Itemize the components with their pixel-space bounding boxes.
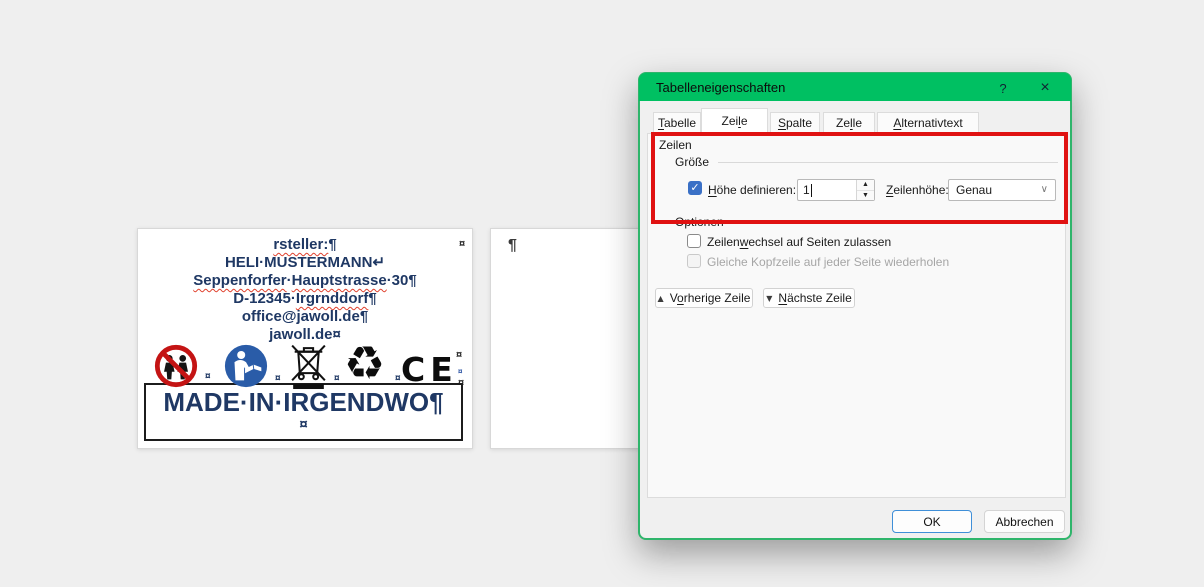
text-cursor [811, 184, 812, 197]
next-row-button[interactable]: ▼ Nächste Zeile [763, 288, 855, 308]
spin-down-button[interactable]: ▼ [857, 191, 874, 201]
tab-zeile[interactable]: Zeile [701, 108, 768, 133]
recycle-icon: ♻ [344, 339, 385, 387]
desktop-background: rsteller:¶ HELI·MUSTERMANN↵ Seppenforfer… [0, 0, 1204, 587]
address-word: ·30 [387, 272, 409, 289]
down-arrow-icon: ▼ [862, 192, 869, 199]
cell-end-mark: ¤ [395, 373, 401, 384]
allow-row-break-checkbox[interactable] [687, 234, 701, 248]
row-height-label: Zeilenhöhe: [886, 183, 949, 197]
ok-button[interactable]: OK [892, 510, 972, 533]
group-label-optionen: Optionen [675, 215, 724, 229]
checkmark-icon: ✓ [690, 182, 699, 194]
down-arrow-icon: ▼ [766, 294, 772, 303]
cell-end-mark: ¤ [334, 373, 340, 384]
pilcrow-mark: ¶ [408, 272, 416, 289]
address-line: rsteller:¶ [138, 236, 472, 254]
cell-end-mark: ¤ [146, 418, 461, 432]
address-word: office@jawoll.de [242, 308, 360, 325]
cancel-button[interactable]: Abbrechen [984, 510, 1065, 533]
pilcrow-mark: ¶ [360, 308, 368, 325]
address-word: Hauptstrasse [292, 272, 387, 289]
group-separator [718, 162, 1058, 163]
close-button[interactable]: × [1030, 74, 1060, 102]
row-end-mark: ¤ [459, 238, 465, 250]
dialog-title: Tabelleneigenschaften [656, 80, 785, 95]
previous-row-button[interactable]: ▲ Vorherige Zeile [655, 288, 753, 308]
document-page-2[interactable]: ¶ [490, 228, 657, 449]
up-arrow-icon: ▲ [658, 294, 664, 303]
no-children-icon [153, 343, 199, 389]
repeat-header-label: Gleiche Kopfzeile auf jeder Seite wieder… [707, 255, 949, 269]
previous-row-label: Vorherige Zeile [670, 291, 751, 305]
address-line: HELI·MUSTERMANN↵ [138, 254, 472, 272]
allow-row-break-label: Zeilenwechsel auf Seiten zulassen [707, 235, 891, 249]
address-word: HELI·MUSTERMANN [225, 254, 373, 271]
address-line: office@jawoll.de¶ [138, 308, 472, 326]
address-line: Seppenforfer·Hauptstrasse·30¶ [138, 272, 472, 290]
tab-zelle[interactable]: Zelle [823, 112, 875, 133]
pilcrow-mark: ¶ [328, 236, 336, 253]
chevron-down-icon: ∨ [1041, 184, 1048, 195]
read-manual-icon [223, 343, 269, 389]
pilcrow-mark: ¶ [368, 290, 376, 307]
linebreak-mark: ↵ [372, 254, 385, 271]
height-spinner: ▲ ▼ [856, 180, 874, 200]
help-icon: ? [999, 81, 1006, 96]
tab-tabelle[interactable]: Tabelle [653, 112, 701, 133]
tab-alternativtext[interactable]: Alternativtext [877, 112, 979, 133]
address-word: rsteller: [273, 236, 328, 253]
symbols-row: ¤ ¤ [138, 341, 472, 393]
next-row-label: Nächste Zeile [778, 291, 851, 305]
up-arrow-icon: ▲ [862, 181, 869, 188]
define-height-checkbox[interactable]: ✓ [688, 181, 702, 195]
address-line: D-12345·Irgrnddorf¶ [138, 290, 472, 308]
table-properties-dialog: Tabelleneigenschaften ? × Tabelle Zeile … [638, 72, 1072, 540]
row-height-value: Genau [956, 183, 992, 197]
cell-end-mark: ¤ [205, 371, 211, 382]
spin-up-button[interactable]: ▲ [857, 180, 874, 191]
define-height-label: Höhe definieren: [708, 183, 796, 197]
height-value: 1 [803, 183, 810, 197]
address-block: rsteller:¶ HELI·MUSTERMANN↵ Seppenforfer… [138, 236, 472, 344]
ce-mark-icon: CE [401, 350, 458, 389]
section-label-zeilen: Zeilen [659, 138, 692, 152]
cell-end-mark: ¤ [275, 373, 281, 384]
address-word: Irgrnddorf [296, 290, 369, 307]
weee-crossed-out-bin-icon [286, 341, 331, 391]
repeat-header-checkbox [687, 254, 701, 268]
tab-spalte[interactable]: Spalte [770, 112, 820, 133]
group-label-groesse: Größe [675, 155, 709, 169]
address-word: Seppenforfer [193, 272, 286, 289]
address-word: D-12345· [233, 290, 296, 307]
close-icon: × [1040, 79, 1049, 97]
help-button[interactable]: ? [988, 74, 1018, 102]
pilcrow-mark: ¶ [508, 237, 517, 255]
document-page-1[interactable]: rsteller:¶ HELI·MUSTERMANN↵ Seppenforfer… [137, 228, 473, 449]
height-input[interactable]: 1 ▲ ▼ [797, 179, 875, 201]
row-height-dropdown[interactable]: Genau ∨ [948, 179, 1056, 201]
